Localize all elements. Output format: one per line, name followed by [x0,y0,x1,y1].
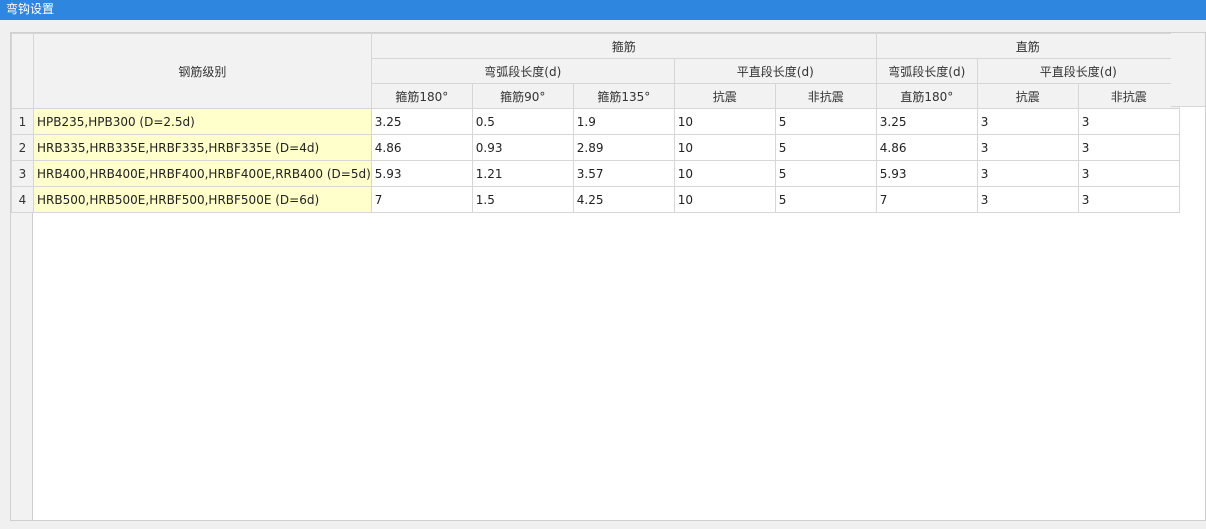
stirrup-90-cell[interactable]: 0.93 [471,134,574,161]
straight-seismic-cell[interactable]: 3 [976,186,1079,213]
straight-180-cell[interactable]: 5.93 [875,160,978,187]
grade-cell[interactable]: HRB500,HRB500E,HRBF500,HRBF500E (D=6d) [33,186,372,213]
stirrup-nonseismic-cell[interactable]: 5 [774,134,877,161]
window-title: 弯钩设置 [0,0,1206,20]
stirrup-180-cell[interactable]: 3.25 [370,108,473,135]
hook-settings-table: 钢筋级别 箍筋 直筋 弯弧段长度(d) 平直段长度(d) 弯弧段长度(d) 平直… [11,33,1180,213]
straight-nonseismic-cell[interactable]: 3 [1077,160,1180,187]
col-straight-nonseismic-header[interactable]: 非抗震 [1077,83,1180,109]
stirrup-135-cell[interactable]: 3.57 [572,160,675,187]
straight-group-header: 直筋 [875,33,1180,59]
col-stirrup-nonseismic-header[interactable]: 非抗震 [774,83,877,109]
grade-cell[interactable]: HRB335,HRB335E,HRBF335,HRBF335E (D=4d) [33,134,372,161]
straight-180-cell[interactable]: 3.25 [875,108,978,135]
grade-column-header[interactable]: 钢筋级别 [33,33,372,109]
straight-arc-length-header: 弯弧段长度(d) [875,58,978,84]
table-row[interactable]: 2 HRB335,HRB335E,HRBF335,HRBF335E (D=4d)… [11,134,1180,161]
straight-180-cell[interactable]: 4.86 [875,134,978,161]
stirrup-seismic-cell[interactable]: 10 [673,160,776,187]
grade-cell[interactable]: HRB400,HRB400E,HRBF400,HRBF400E,RRB400 (… [33,160,372,187]
table-row[interactable]: 4 HRB500,HRB500E,HRBF500,HRBF500E (D=6d)… [11,186,1180,213]
col-straight-seismic-header[interactable]: 抗震 [976,83,1079,109]
stirrup-180-cell[interactable]: 7 [370,186,473,213]
straight-nonseismic-cell[interactable]: 3 [1077,186,1180,213]
stirrup-135-cell[interactable]: 4.25 [572,186,675,213]
col-straight-180-header[interactable]: 直筋180° [875,83,978,109]
stirrup-nonseismic-cell[interactable]: 5 [774,160,877,187]
straight-nonseismic-cell[interactable]: 3 [1077,134,1180,161]
col-stirrup-90-header[interactable]: 箍筋90° [471,83,574,109]
stirrup-180-cell[interactable]: 5.93 [370,160,473,187]
stirrup-seismic-cell[interactable]: 10 [673,134,776,161]
row-number[interactable]: 2 [11,134,34,161]
straight-seismic-cell[interactable]: 3 [976,108,1079,135]
col-stirrup-135-header[interactable]: 箍筋135° [572,83,675,109]
stirrup-135-cell[interactable]: 2.89 [572,134,675,161]
stirrup-straight-length-header: 平直段长度(d) [673,58,877,84]
stirrup-90-cell[interactable]: 0.5 [471,108,574,135]
stirrup-180-cell[interactable]: 4.86 [370,134,473,161]
straight-straight-length-header: 平直段长度(d) [976,58,1180,84]
row-number[interactable]: 4 [11,186,34,213]
stirrup-nonseismic-cell[interactable]: 5 [774,108,877,135]
row-number[interactable]: 3 [11,160,34,187]
stirrup-135-cell[interactable]: 1.9 [572,108,675,135]
stirrup-90-cell[interactable]: 1.5 [471,186,574,213]
table-row[interactable]: 3 HRB400,HRB400E,HRBF400,HRBF400E,RRB400… [11,160,1180,187]
stirrup-group-header: 箍筋 [370,33,877,59]
straight-180-cell[interactable]: 7 [875,186,978,213]
col-stirrup-180-header[interactable]: 箍筋180° [370,83,473,109]
straight-seismic-cell[interactable]: 3 [976,160,1079,187]
straight-nonseismic-cell[interactable]: 3 [1077,108,1180,135]
straight-seismic-cell[interactable]: 3 [976,134,1079,161]
row-number[interactable]: 1 [11,108,34,135]
stirrup-seismic-cell[interactable]: 10 [673,186,776,213]
corner-cell [11,33,34,109]
table-row[interactable]: 1 HPB235,HPB300 (D=2.5d) 3.25 0.5 1.9 10… [11,108,1180,135]
grade-cell[interactable]: HPB235,HPB300 (D=2.5d) [33,108,372,135]
header-filler [1171,33,1205,107]
stirrup-nonseismic-cell[interactable]: 5 [774,186,877,213]
col-stirrup-seismic-header[interactable]: 抗震 [673,83,776,109]
stirrup-seismic-cell[interactable]: 10 [673,108,776,135]
stirrup-arc-length-header: 弯弧段长度(d) [370,58,675,84]
stirrup-90-cell[interactable]: 1.21 [471,160,574,187]
hook-settings-grid: 钢筋级别 箍筋 直筋 弯弧段长度(d) 平直段长度(d) 弯弧段长度(d) 平直… [10,32,1206,521]
